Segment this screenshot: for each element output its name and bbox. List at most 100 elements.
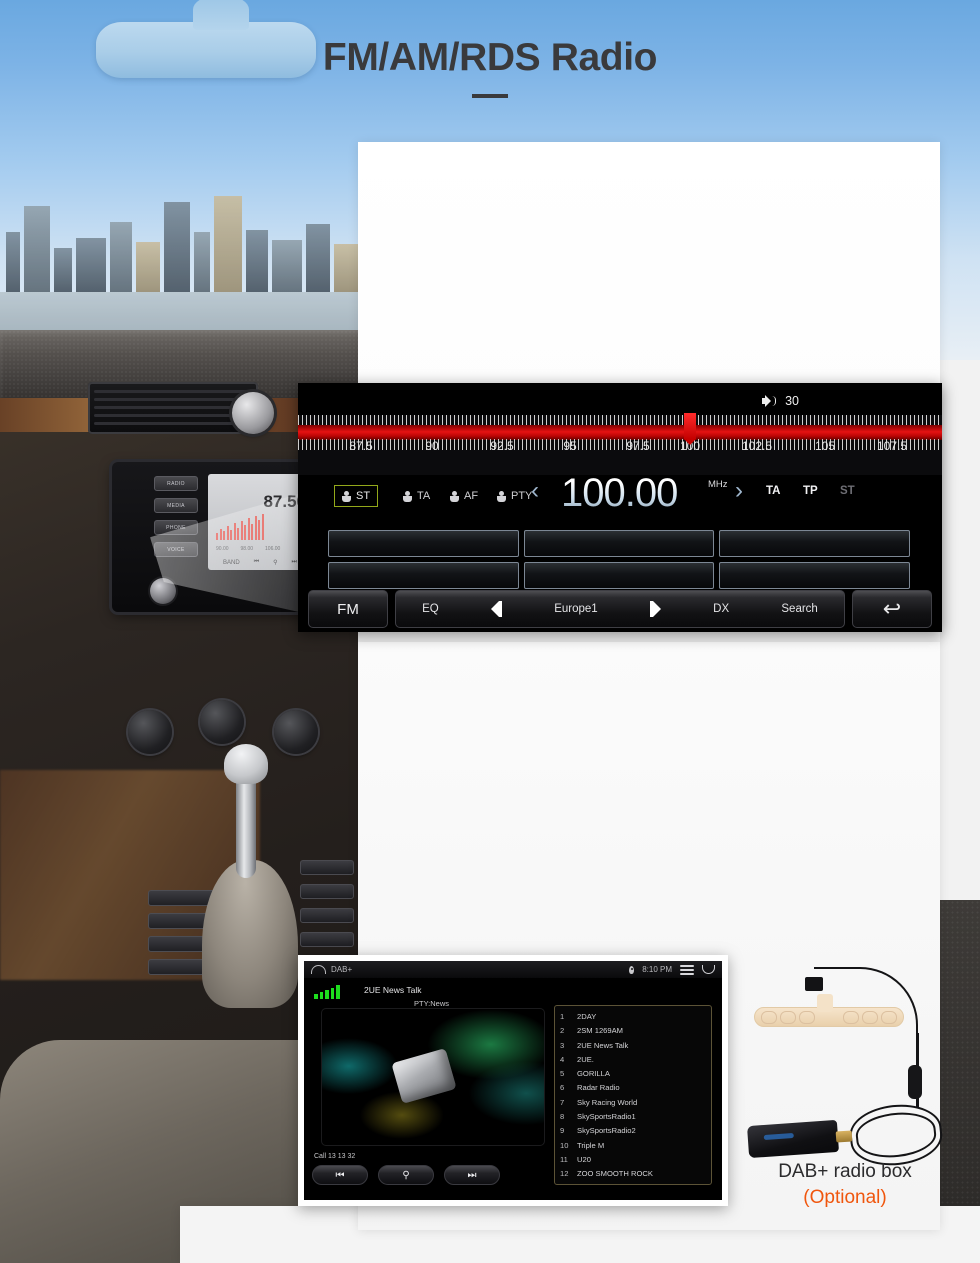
preset-button-4[interactable] — [328, 562, 519, 589]
dab-app-icon — [311, 965, 326, 974]
station-name: Triple M — [577, 1140, 605, 1150]
list-item[interactable]: 12 ZOO SMOOTH ROCK — [555, 1167, 711, 1181]
station-number: 5 — [560, 1069, 565, 1079]
title-underline — [472, 94, 508, 98]
inline-amplifier — [908, 1065, 922, 1099]
station-name: U20 — [577, 1154, 591, 1164]
station-number: 11 — [560, 1154, 568, 1164]
list-item[interactable]: 4 2UE. — [555, 1053, 711, 1067]
station-number: 4 — [560, 1054, 565, 1064]
fm-toolbar-strip: EQ Europe1 DX Search — [395, 590, 845, 628]
dab-call-text: Call 13 13 32 — [314, 1153, 356, 1160]
preset-row — [328, 530, 911, 557]
dial-label-2: 92.5 — [490, 439, 514, 453]
preset-row — [328, 562, 911, 589]
fm-radio-screen[interactable]: 30 87.5 90 92.5 95 97.5 100 102.5 105 10… — [298, 383, 942, 632]
antenna-connector — [805, 977, 823, 991]
station-name: SkySportsRadio2 — [577, 1126, 636, 1136]
list-item[interactable]: 5 GORILLA — [555, 1067, 711, 1081]
list-item[interactable]: 7 Sky Racing World — [555, 1096, 711, 1110]
frequency-next-icon[interactable]: › — [735, 477, 743, 505]
eq-button[interactable]: EQ — [422, 603, 439, 615]
station-name: ZOO SMOOTH ROCK — [577, 1169, 653, 1179]
station-name: 2UE. — [577, 1054, 594, 1064]
station-number: 9 — [560, 1126, 565, 1136]
dab-next-icon[interactable]: ⏭ — [444, 1165, 500, 1185]
dial-tick-labels: 87.5 90 92.5 95 97.5 100 102.5 105 107.5 — [298, 439, 942, 461]
dab-status-bar: DAB+ 8:10 PM — [304, 961, 722, 978]
station-name: 2SM 1269AM — [577, 1026, 624, 1036]
location-pin-icon — [629, 965, 635, 974]
preset-button-1[interactable] — [328, 530, 519, 557]
list-item[interactable]: 11 U20 — [555, 1153, 711, 1167]
station-name: Sky Racing World — [577, 1097, 638, 1107]
dab-usb-dongle — [746, 1119, 840, 1159]
preset-button-5[interactable] — [523, 562, 715, 589]
region-button[interactable]: Europe1 — [554, 603, 597, 615]
list-item[interactable]: 1 2DAY — [555, 1010, 711, 1024]
preset-button-2[interactable] — [523, 530, 715, 557]
dx-button[interactable]: DX — [713, 603, 729, 615]
station-name: SkySportsRadio1 — [577, 1112, 636, 1122]
prev-station-icon[interactable] — [490, 601, 502, 617]
dab-box-caption: DAB+ radio box — [778, 1161, 912, 1182]
list-item[interactable]: 9 SkySportsRadio2 — [555, 1124, 711, 1138]
station-number: 1 — [560, 1012, 565, 1021]
film-antenna — [754, 994, 904, 1027]
back-button[interactable]: ↩ — [852, 590, 932, 628]
sma-connector — [835, 1130, 853, 1143]
indicator-tp: TP — [803, 485, 818, 497]
search-button[interactable]: Search — [781, 603, 817, 615]
station-number: 2 — [560, 1026, 565, 1036]
page-title: FM/AM/RDS Radio — [322, 36, 658, 79]
next-station-icon[interactable] — [649, 601, 661, 617]
indicator-ta: TA — [766, 485, 781, 497]
dial-label-8: 107.5 — [876, 439, 908, 453]
headunit-button-media: MEDIA — [154, 498, 198, 513]
dial-label-3: 95 — [563, 439, 577, 453]
dab-pty-label: PTY:News — [414, 999, 450, 1008]
dial-red-band — [298, 425, 942, 440]
frequency-prev-icon[interactable]: ‹ — [531, 477, 539, 505]
gear-boot — [202, 860, 298, 1008]
station-number: 10 — [560, 1140, 569, 1150]
frequency-display: ‹ 100.00 MHz › TA TP ST — [298, 471, 942, 529]
preset-button-6[interactable] — [719, 562, 911, 589]
preset-button-3[interactable] — [719, 530, 911, 557]
dab-station-list[interactable]: 1 2DAY 2 2SM 1269AM 3 2UE News Talk 4 2UE. 5… — [554, 1005, 712, 1185]
signal-strength-icon — [314, 985, 340, 999]
menu-icon[interactable] — [680, 963, 694, 977]
band-button[interactable]: FM — [308, 590, 388, 628]
list-item[interactable]: 10 Triple M — [555, 1139, 711, 1153]
dial-label-1: 90 — [425, 439, 439, 453]
station-number: 7 — [560, 1097, 565, 1107]
dab-box-optional: (Optional) — [803, 1187, 887, 1208]
list-item[interactable]: 3 2UE News Talk — [555, 1039, 711, 1053]
fm-toolbar: FM EQ Europe1 DX Search ↩ — [308, 590, 932, 628]
station-number: 8 — [560, 1112, 565, 1122]
list-item[interactable]: 6 Radar Radio — [555, 1081, 711, 1095]
dial-label-4: 97.5 — [626, 439, 650, 453]
station-name: GORILLA — [577, 1069, 610, 1079]
list-item[interactable]: 2 2SM 1269AM — [555, 1024, 711, 1038]
list-item[interactable]: 8 SkySportsRadio1 — [555, 1110, 711, 1124]
dial-label-7: 105 — [814, 439, 836, 453]
station-name: 2DAY — [577, 1012, 597, 1021]
dab-album-art — [322, 1009, 544, 1145]
station-name: 2UE News Talk — [577, 1040, 629, 1050]
dab-status-right: 8:10 PM — [629, 963, 722, 977]
dab-radio-screen[interactable]: DAB+ 8:10 PM 2UE News Talk PTY:News Call… — [298, 955, 728, 1206]
back-icon[interactable] — [702, 965, 715, 974]
gear-knob — [224, 744, 268, 784]
dashboard-dial — [232, 392, 274, 434]
dab-search-icon[interactable]: ⚲ — [378, 1165, 434, 1185]
station-number: 6 — [560, 1083, 565, 1093]
dab-clock: 8:10 PM — [642, 965, 672, 974]
dial-label-6: 102.5 — [741, 439, 773, 453]
frequency-value: 100.00 — [561, 471, 678, 515]
preset-grid — [328, 530, 911, 594]
dab-prev-icon[interactable]: ⏮ — [312, 1165, 368, 1185]
frequency-unit: MHz — [708, 479, 728, 490]
dab-station-name: 2UE News Talk — [364, 985, 422, 995]
dial-needle[interactable] — [684, 413, 696, 455]
